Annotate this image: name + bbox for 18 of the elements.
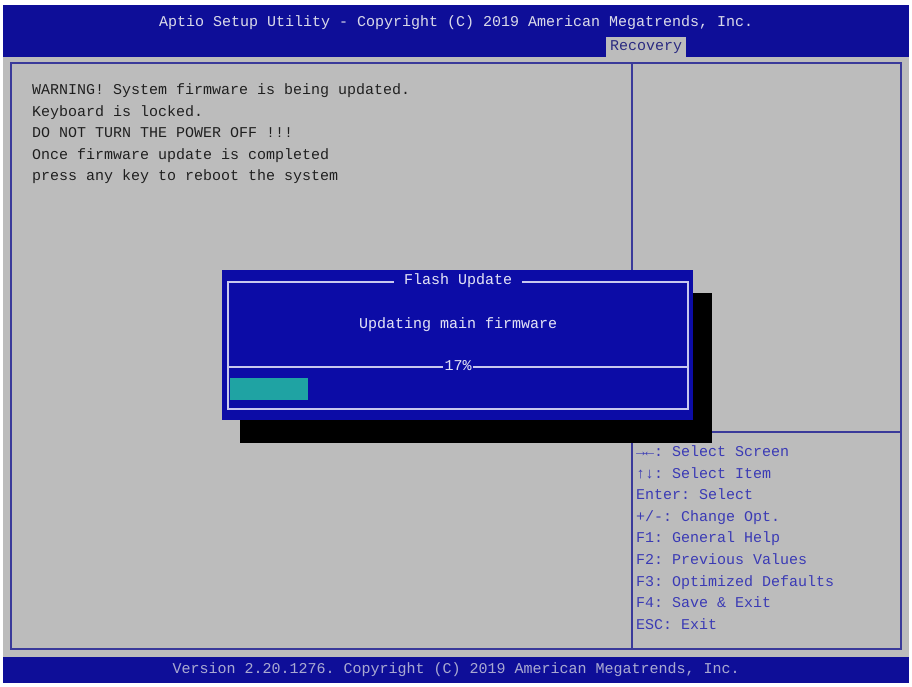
key-hint: F4: Save & Exit <box>636 594 772 614</box>
key-hint: →←: Select Screen <box>636 443 790 463</box>
key-hint: F2: Previous Values <box>636 550 808 571</box>
key-hint: ESC: Exit <box>636 616 718 636</box>
dialog-message: Updating main firmware <box>358 314 558 334</box>
menu-tab[interactable]: Recovery <box>606 37 686 57</box>
key-hint: F3: Optimized Defaults <box>636 572 834 593</box>
footer-text: Version 2.20.1276. Copyright (C) 2019 American Megatrends, Inc. <box>172 660 740 680</box>
warning-text: WARNING! System firmware is being updated. <box>32 81 410 101</box>
key-hint: F1: General Help <box>636 529 780 550</box>
warning-text: DO NOT TURN THE POWER OFF !!! <box>32 124 294 144</box>
key-hint: Enter: Select <box>636 486 754 506</box>
warning-text: press any key to reboot the system <box>32 167 338 187</box>
key-hint: ↑↓: Select Item <box>636 464 772 485</box>
key-hint: +/-: Change Opt. <box>636 508 780 528</box>
warning-text: Once firmware update is completed <box>32 146 330 166</box>
header-title: Aptio Setup Utility - Copyright (C) 2019 American Megatrends, Inc. <box>158 13 754 33</box>
warning-text: Keyboard is locked. <box>32 102 204 122</box>
